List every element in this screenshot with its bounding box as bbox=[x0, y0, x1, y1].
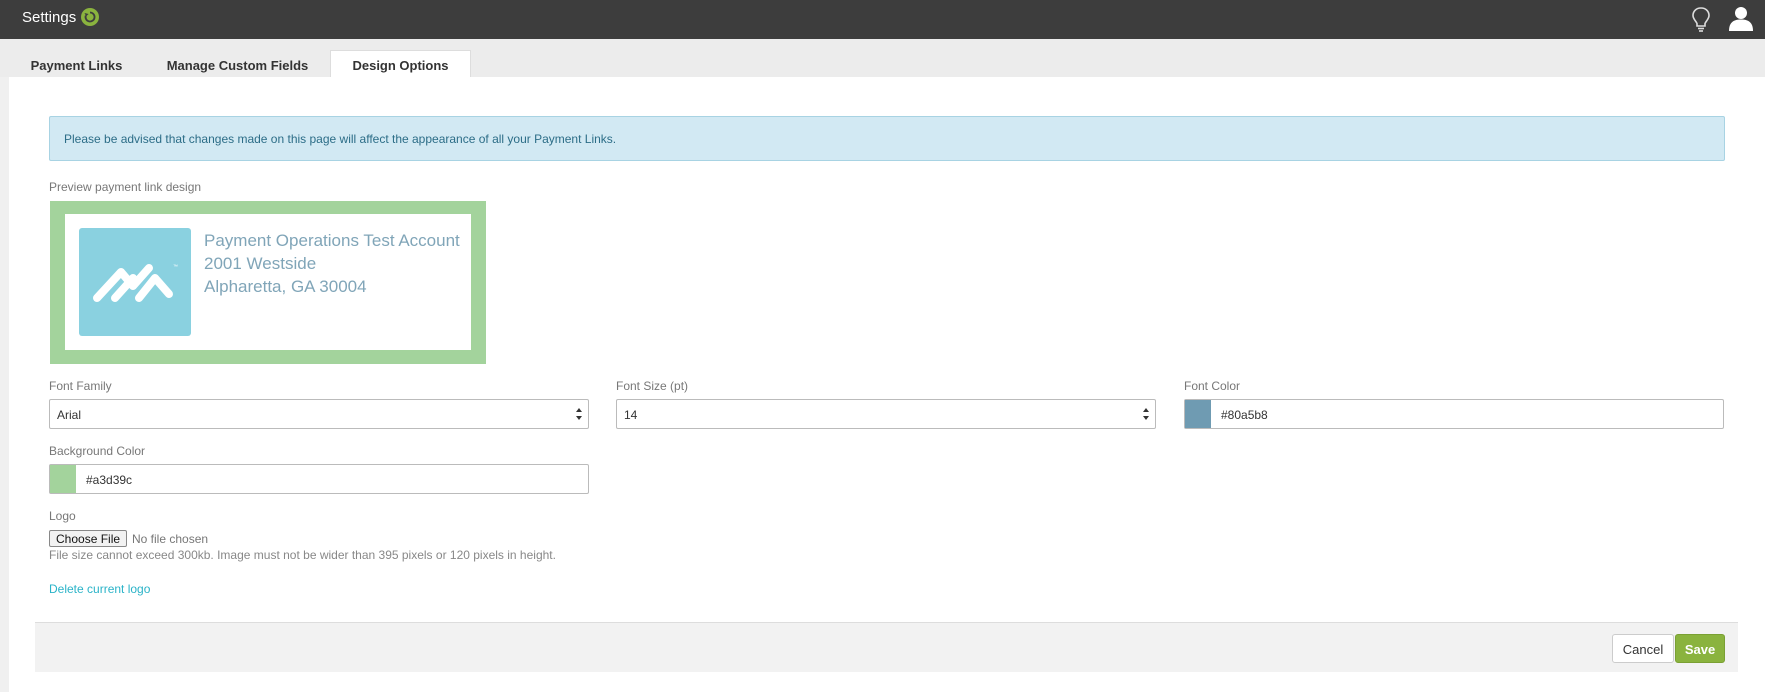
user-icon[interactable] bbox=[1728, 5, 1754, 36]
select-arrows-icon bbox=[576, 408, 582, 420]
preview-card: ™ Payment Operations Test Account 2001 W… bbox=[65, 214, 471, 350]
background-color-swatch[interactable] bbox=[50, 465, 76, 493]
preview-line-city: Alpharetta, GA 30004 bbox=[204, 277, 367, 296]
page-title: Settings bbox=[22, 9, 77, 26]
preview-line-name: Payment Operations Test Account bbox=[204, 231, 460, 250]
background-color-value: #a3d39c bbox=[86, 473, 133, 487]
refresh-icon[interactable] bbox=[81, 8, 99, 26]
font-color-value: #80a5b8 bbox=[1221, 408, 1268, 422]
payment-link-preview: ™ Payment Operations Test Account 2001 W… bbox=[50, 201, 486, 364]
font-color-swatch[interactable] bbox=[1185, 400, 1211, 428]
logo-hint: File size cannot exceed 300kb. Image mus… bbox=[49, 548, 556, 562]
form-footer bbox=[35, 622, 1738, 672]
preview-label: Preview payment link design bbox=[49, 180, 202, 194]
font-family-value: Arial bbox=[57, 408, 82, 422]
choose-file-button[interactable]: Choose File bbox=[49, 530, 128, 547]
font-color-field[interactable]: #80a5b8 bbox=[1184, 399, 1724, 429]
tab-design-options[interactable]: Design Options bbox=[330, 50, 471, 78]
svg-text:™: ™ bbox=[173, 264, 178, 270]
tab-manage-custom-fields[interactable]: Manage Custom Fields bbox=[155, 51, 320, 78]
select-arrows-icon bbox=[1143, 408, 1149, 420]
tab-payment-links[interactable]: Payment Links bbox=[18, 51, 135, 78]
save-button[interactable]: Save bbox=[1675, 634, 1725, 663]
info-alert: Please be advised that changes made on t… bbox=[49, 116, 1725, 161]
background-color-label: Background Color bbox=[49, 444, 146, 458]
font-color-label: Font Color bbox=[1184, 379, 1241, 393]
lightbulb-icon[interactable] bbox=[1690, 6, 1712, 37]
delete-logo-link[interactable]: Delete current logo bbox=[49, 582, 150, 596]
content-panel bbox=[9, 77, 1765, 692]
font-family-label: Font Family bbox=[49, 379, 112, 393]
font-family-select[interactable]: Arial bbox=[49, 399, 589, 429]
tab-bar: Payment Links Manage Custom Fields Desig… bbox=[0, 39, 1765, 78]
cancel-button[interactable]: Cancel bbox=[1612, 634, 1674, 663]
logo-label: Logo bbox=[49, 509, 76, 523]
top-bar: Settings bbox=[0, 0, 1765, 39]
background-color-field[interactable]: #a3d39c bbox=[49, 464, 589, 494]
font-size-value: 14 bbox=[624, 408, 638, 422]
preview-address: Payment Operations Test Account 2001 Wes… bbox=[204, 229, 460, 298]
font-size-select[interactable]: 14 bbox=[616, 399, 1156, 429]
no-file-text: No file chosen bbox=[132, 532, 209, 546]
preview-line-street: 2001 Westside bbox=[204, 254, 317, 273]
company-logo: ™ bbox=[79, 228, 191, 336]
font-size-label: Font Size (pt) bbox=[616, 379, 689, 393]
